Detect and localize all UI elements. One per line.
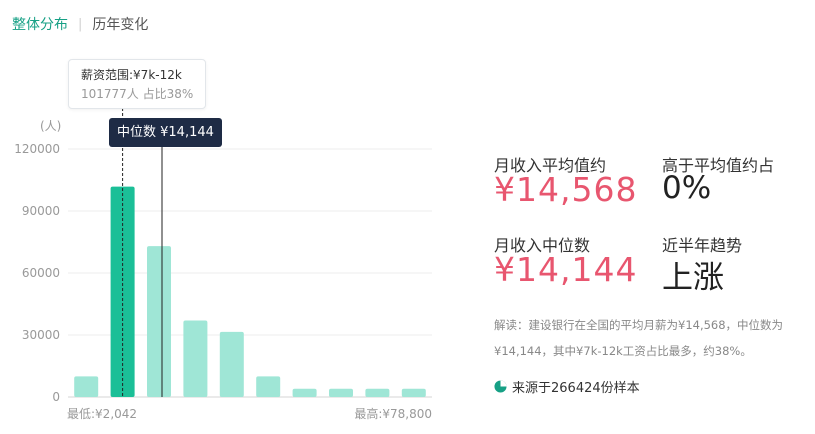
above-average-value: 0% [662, 170, 712, 206]
sample-source-text: 来源于266424份样本 [512, 381, 640, 396]
tooltip-detail: 101777人 占比38% [81, 87, 194, 101]
bar-tooltip: 薪资范围:¥7k-12k 101777人 占比38% [68, 59, 206, 109]
y-tick-label: 60000 [22, 266, 60, 280]
bar[interactable] [74, 376, 99, 397]
median-value: ¥14,144 [494, 250, 638, 289]
bar[interactable] [256, 376, 281, 397]
trend-value: 上涨 [662, 260, 724, 296]
y-axis-unit: (人) [40, 119, 61, 133]
median-marker-label: 中位数 ¥14,144 [109, 118, 222, 147]
pie-chart-icon [494, 380, 507, 393]
bar[interactable] [401, 388, 426, 397]
sample-source: 来源于266424份样本 [494, 377, 640, 396]
bar[interactable] [147, 246, 171, 397]
bar[interactable] [365, 388, 390, 397]
x-min-label: 最低:¥2,042 [67, 407, 137, 421]
tooltip-range: 薪资范围:¥7k-12k [81, 68, 182, 82]
bar[interactable] [183, 320, 208, 397]
y-tick-label: 30000 [22, 328, 60, 342]
y-tick-label: 120000 [14, 142, 60, 156]
x-max-label: 最高:¥78,800 [354, 406, 432, 421]
y-tick-label: 90000 [22, 204, 60, 218]
bar[interactable] [292, 388, 317, 397]
chart-bars [74, 186, 426, 397]
average-value: ¥14,568 [494, 170, 638, 209]
bar[interactable] [329, 388, 353, 397]
bar[interactable] [219, 331, 244, 397]
y-tick-label: 0 [52, 390, 60, 404]
interpretation-text: 解读：建设银行在全国的平均月薪为¥14,568，中位数为¥14,144，其中¥7… [494, 318, 784, 358]
